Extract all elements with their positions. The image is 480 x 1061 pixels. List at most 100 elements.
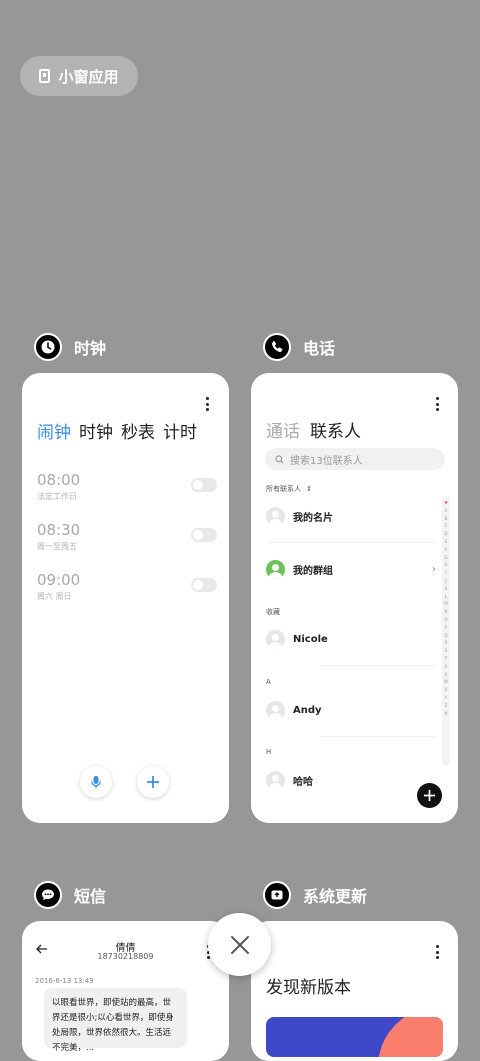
alphabet-index-letter[interactable]: X	[445, 686, 448, 694]
floating-window-button[interactable]: 小窗应用	[20, 56, 138, 96]
avatar	[266, 506, 285, 526]
avatar	[266, 770, 285, 790]
phone-app-card[interactable]: 通话 联系人 搜索13位联系人 所有联系人 ⇕ 我的名片 我的群组 › 收藏 N…	[251, 373, 458, 823]
alphabet-index-letter[interactable]: F	[445, 546, 447, 554]
alphabet-index-letter[interactable]: #	[444, 710, 447, 718]
contact-row[interactable]: 哈哈	[266, 769, 436, 791]
alphabet-index-letter[interactable]: G	[444, 554, 447, 562]
alarm-time: 09:00	[37, 571, 81, 589]
avatar	[266, 700, 285, 720]
alphabet-index-letter[interactable]: W	[444, 678, 448, 686]
all-contacts-filter[interactable]: 所有联系人 ⇕	[266, 484, 312, 494]
chat-icon	[34, 881, 62, 909]
close-icon	[230, 935, 249, 954]
add-contact-button[interactable]	[417, 783, 442, 808]
sms-contact-number: 18730218809	[97, 952, 154, 961]
alphabet-index[interactable]: ♥ A B C D E F G H I J K L M N O P Q R S T U V W X Y Z #	[442, 496, 450, 766]
all-contacts-label: 所有联系人	[266, 485, 301, 493]
alarm-time: 08:00	[37, 471, 81, 489]
alphabet-index-letter[interactable]: H	[444, 561, 447, 569]
my-card-label: 我的名片	[293, 512, 333, 524]
message-bubble[interactable]: 以眼看世界，即使站的最高，世界还是很小;以心看世界，即使身处局限，世界依然很大。…	[44, 988, 187, 1053]
contact-row[interactable]: Nicole	[266, 628, 436, 650]
alphabet-index-letter[interactable]: M	[444, 600, 447, 608]
section-header: H	[266, 748, 272, 756]
alphabet-index-letter[interactable]: N	[445, 608, 448, 616]
alphabet-index-letter[interactable]: Z	[445, 702, 448, 710]
section-header: A	[266, 678, 271, 686]
update-title: 发现新版本	[266, 978, 351, 998]
tab-alarm[interactable]: 闹钟	[37, 418, 71, 443]
update-icon	[263, 881, 291, 909]
alphabet-index-letter[interactable]: E	[445, 538, 448, 546]
my-groups-row[interactable]: 我的群组 ›	[266, 558, 436, 580]
alarm-time: 08:30	[37, 521, 81, 539]
alphabet-index-letter[interactable]: Y	[445, 694, 447, 702]
search-placeholder: 搜索13位联系人	[290, 455, 363, 467]
plus-icon	[147, 776, 159, 788]
alphabet-index-letter[interactable]: P	[445, 624, 447, 632]
clock-more-icon[interactable]	[205, 397, 209, 411]
divider	[321, 665, 436, 666]
clear-all-button[interactable]	[208, 913, 271, 976]
alphabet-index-letter[interactable]: B	[445, 515, 448, 523]
my-groups-label: 我的群组	[293, 565, 333, 577]
clock-app-card[interactable]: 闹钟 时钟 秒表 计时 08:00 法定工作日 08:30 周一至周五 09:0…	[22, 373, 229, 823]
alphabet-index-letter[interactable]: I	[445, 569, 446, 577]
update-more-icon[interactable]	[435, 945, 439, 959]
tab-stopwatch[interactable]: 秒表	[121, 418, 155, 443]
phone-app-header[interactable]: 电话	[263, 333, 335, 361]
phone-tabs: 通话 联系人	[266, 417, 361, 442]
alphabet-index-letter[interactable]: T	[445, 655, 447, 663]
alphabet-index-letter[interactable]: C	[445, 522, 448, 530]
alphabet-index-letter[interactable]: D	[444, 530, 447, 538]
alphabet-index-letter[interactable]: V	[445, 671, 448, 679]
voice-alarm-button[interactable]	[80, 766, 112, 798]
alphabet-index-letter[interactable]: O	[444, 616, 447, 624]
contact-row[interactable]: Andy	[266, 699, 436, 721]
section-header: 收藏	[266, 608, 280, 616]
plus-icon	[423, 789, 436, 802]
contact-name: 哈哈	[293, 776, 313, 788]
alarm-item[interactable]: 08:00 法定工作日	[37, 471, 217, 502]
alphabet-index-letter[interactable]: ♥	[444, 499, 448, 507]
alarm-repeat: 周六 周日	[37, 592, 72, 601]
alphabet-index-letter[interactable]: L	[445, 593, 447, 601]
clock-app-header[interactable]: 时钟	[34, 333, 106, 361]
alarm-toggle[interactable]	[191, 478, 217, 492]
alphabet-index-letter[interactable]: A	[445, 507, 448, 515]
avatar	[266, 629, 285, 649]
clock-tabs: 闹钟 时钟 秒表 计时	[37, 418, 197, 443]
alarm-toggle[interactable]	[191, 528, 217, 542]
contact-name: Nicole	[293, 633, 328, 645]
add-alarm-button[interactable]	[137, 766, 169, 798]
alphabet-index-letter[interactable]: S	[445, 647, 448, 655]
clock-app-name: 时钟	[74, 339, 107, 358]
tab-clock[interactable]: 时钟	[79, 418, 113, 443]
alphabet-index-letter[interactable]: U	[445, 663, 448, 671]
update-app-card[interactable]: 发现新版本	[251, 921, 458, 1061]
alphabet-index-letter[interactable]: Q	[444, 632, 447, 640]
sms-app-card[interactable]: 倩倩 18730218809 2016-6-13 13:49 以眼看世界，即使站…	[22, 921, 229, 1061]
contact-search-input[interactable]: 搜索13位联系人	[265, 448, 445, 470]
sms-app-header[interactable]: 短信	[34, 881, 106, 909]
floating-window-label: 小窗应用	[58, 67, 119, 86]
contact-name: Andy	[293, 704, 322, 716]
update-banner	[266, 1017, 443, 1057]
phone-more-icon[interactable]	[435, 397, 439, 411]
alarm-item[interactable]: 09:00 周六 周日	[37, 571, 217, 602]
alarm-repeat: 法定工作日	[37, 492, 77, 501]
alphabet-index-letter[interactable]: R	[445, 639, 448, 647]
my-card-row[interactable]: 我的名片	[266, 505, 436, 527]
tab-timer[interactable]: 计时	[163, 418, 197, 443]
alarm-repeat: 周一至周五	[37, 542, 77, 551]
clock-icon	[34, 333, 62, 361]
alarm-toggle[interactable]	[191, 578, 217, 592]
tab-calls[interactable]: 通话	[266, 417, 300, 442]
alarm-item[interactable]: 08:30 周一至周五	[37, 521, 217, 552]
alphabet-index-letter[interactable]: K	[445, 585, 448, 593]
tab-contacts[interactable]: 联系人	[310, 417, 361, 442]
alphabet-index-letter[interactable]: J	[445, 577, 446, 585]
group-icon	[266, 559, 285, 579]
update-app-header[interactable]: 系统更新	[263, 881, 367, 909]
